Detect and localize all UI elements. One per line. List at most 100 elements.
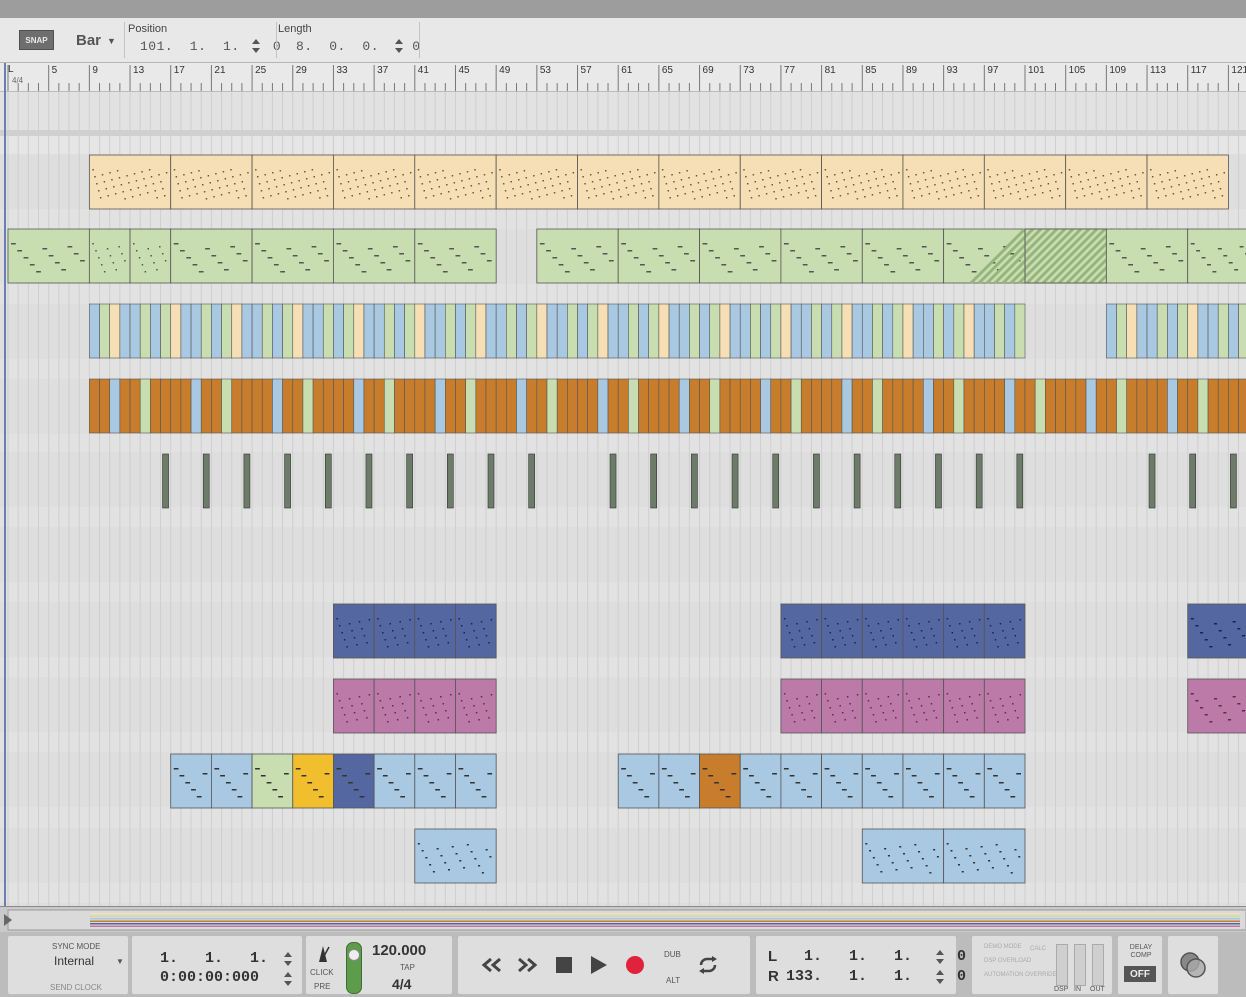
loop-left-stepper[interactable]	[936, 950, 944, 964]
note-mark	[150, 255, 152, 257]
note-mark	[1161, 181, 1163, 183]
song-overview[interactable]	[0, 907, 1246, 933]
tap-button[interactable]: TAP	[400, 963, 415, 972]
note-mark	[566, 181, 569, 183]
time-stepper[interactable]	[284, 972, 292, 986]
note-mark	[377, 693, 379, 695]
clip-melody	[333, 753, 375, 809]
clip-drum	[943, 378, 955, 434]
note-mark	[518, 179, 520, 181]
position-stepper[interactable]	[252, 39, 260, 53]
sync-mode-select[interactable]: Internal	[54, 954, 94, 968]
arrangement-canvas[interactable]	[0, 63, 1246, 906]
time-signature-value[interactable]: 4/4	[392, 976, 411, 992]
note-mark	[637, 169, 639, 171]
clip-body	[658, 753, 700, 809]
clip-drum	[882, 378, 894, 434]
note-mark	[925, 719, 928, 721]
note-mark	[1014, 849, 1017, 851]
clip-drum	[1187, 378, 1199, 434]
note-mark	[225, 782, 231, 784]
note-mark	[782, 196, 785, 198]
note-mark	[633, 185, 635, 187]
song-position-bars[interactable]: 1. 1. 1. 0	[160, 950, 322, 967]
fast-forward-button[interactable]	[515, 953, 539, 977]
note-mark	[489, 856, 492, 858]
note-mark	[99, 197, 102, 199]
clip-melody	[455, 753, 497, 809]
note-mark	[783, 243, 789, 245]
click-level-slider[interactable]	[346, 942, 362, 994]
metronome-icon[interactable]	[314, 944, 332, 964]
clip-drum	[984, 378, 995, 434]
alt-button[interactable]: ALT	[666, 976, 680, 985]
note-mark	[1021, 175, 1023, 177]
clip-body	[1187, 603, 1246, 659]
note-mark	[504, 190, 507, 192]
ruler-bar-label: 33	[336, 65, 348, 76]
note-mark	[1010, 796, 1016, 798]
ruler-bar-label: 41	[417, 65, 429, 76]
length-stepper[interactable]	[395, 39, 403, 53]
record-button[interactable]	[623, 953, 647, 977]
note-mark	[548, 171, 550, 173]
delay-comp-toggle[interactable]: OFF	[1124, 966, 1156, 982]
arrangement-area[interactable]: L 4/4 5 9 13 17 21 25 29 33 37 41 45 49 53 57 61 65 69 73…	[0, 63, 1246, 906]
clip-drum	[1106, 378, 1117, 434]
note-mark	[867, 700, 870, 702]
clip-fx	[731, 453, 739, 509]
note-mark	[923, 789, 929, 791]
note-mark	[61, 269, 67, 271]
note-mark	[1215, 174, 1218, 176]
note-mark	[396, 719, 399, 721]
note-mark	[933, 849, 936, 851]
note-mark	[213, 196, 215, 198]
note-mark	[338, 700, 341, 702]
position-stepper[interactable]	[284, 952, 292, 966]
note-mark	[552, 257, 558, 259]
note-mark	[832, 639, 834, 641]
note-mark	[183, 174, 185, 176]
calc-label: CALC	[1030, 946, 1047, 952]
note-mark	[353, 712, 356, 714]
loop-left-marker[interactable]: L	[8, 64, 14, 75]
note-mark	[255, 768, 260, 770]
note-mark	[846, 253, 852, 255]
dub-button[interactable]: DUB	[664, 950, 681, 959]
clip-green	[333, 228, 416, 284]
clip-pattern	[302, 303, 314, 359]
note-mark	[523, 170, 526, 172]
blocks-icon[interactable]	[1178, 950, 1208, 980]
snap-button[interactable]: SNAP	[19, 30, 54, 50]
note-mark	[733, 195, 735, 197]
clip-fx	[894, 453, 902, 509]
send-clock-button[interactable]: SEND CLOCK	[50, 983, 102, 992]
snap-grid-select[interactable]: Bar ▼	[76, 32, 116, 49]
stop-button[interactable]	[552, 953, 576, 977]
slider-handle[interactable]	[348, 949, 360, 961]
clip-pattern	[1116, 303, 1128, 359]
song-position-time[interactable]: 0:00:00:000	[160, 969, 259, 986]
note-mark	[620, 196, 622, 198]
rewind-button[interactable]	[480, 953, 504, 977]
tempo-value[interactable]: 120.000	[372, 942, 426, 959]
loop-right-stepper[interactable]	[936, 970, 944, 984]
note-mark	[943, 189, 946, 191]
clip-drum	[139, 378, 151, 434]
note-mark	[960, 192, 963, 194]
note-mark	[876, 864, 879, 866]
note-mark	[946, 618, 949, 620]
note-mark	[850, 177, 853, 179]
note-mark	[1121, 185, 1123, 187]
clip-pattern	[129, 303, 141, 359]
note-mark	[363, 710, 366, 712]
clip-body	[414, 154, 497, 210]
play-button[interactable]	[587, 953, 611, 977]
note-mark	[765, 193, 768, 195]
note-mark	[401, 703, 404, 705]
precount-button[interactable]: PRE	[314, 982, 330, 991]
overview-scrollbar[interactable]	[0, 906, 1246, 933]
loop-button[interactable]	[696, 953, 720, 977]
bar-ruler[interactable]: L 4/4 5 9 13 17 21 25 29 33 37 41 45 49 53 57 61 65 69 73…	[0, 63, 1246, 92]
ruler-bar-label: 117	[1190, 65, 1207, 76]
